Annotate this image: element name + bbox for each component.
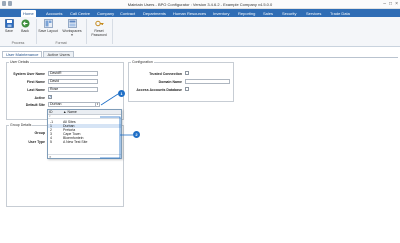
- tab-accounts[interactable]: Accounts: [44, 10, 64, 17]
- callout-marker-2: 2: [133, 131, 140, 138]
- back-arrow-icon: [21, 19, 29, 28]
- callout-arrow-1: [100, 93, 119, 106]
- tab-departments[interactable]: Departments: [141, 10, 168, 17]
- tab-company[interactable]: Company: [95, 10, 116, 17]
- main-area: User Maintenance Active Users User Detai…: [0, 47, 400, 243]
- save-layout-icon: [43, 19, 53, 28]
- title-bar: Maintain Users - BPO Configurator : Vers…: [0, 0, 400, 9]
- save-button[interactable]: Save: [3, 19, 15, 33]
- save-layout-button[interactable]: Save Layout: [38, 19, 58, 33]
- format-group-label: Format: [55, 41, 67, 45]
- tab-contract[interactable]: Contract: [118, 10, 137, 17]
- floppy-disk-icon: [4, 19, 14, 28]
- tab-human-resources[interactable]: Human Resources: [171, 10, 208, 17]
- group-divider: [86, 19, 87, 44]
- window-title: Maintain Users - BPO Configurator : Vers…: [127, 2, 273, 7]
- callout-marker-1: 1: [118, 90, 125, 97]
- group-divider: [36, 19, 37, 44]
- chevron-down-icon: ▾: [71, 33, 73, 37]
- process-group-label: Process: [11, 41, 25, 45]
- back-button[interactable]: Back: [19, 19, 31, 33]
- ribbon: Save Back Process Save Layout Workspaces…: [0, 17, 400, 47]
- tab-trade-data[interactable]: Trade Data: [328, 10, 352, 17]
- tab-home[interactable]: Home: [21, 10, 36, 17]
- workspaces-icon: [67, 19, 77, 28]
- ribbon-tab-bar: Home Accounts Call Centre Company Contra…: [0, 9, 400, 17]
- close-button[interactable]: ×: [395, 1, 398, 7]
- callout-bracket-2: [100, 116, 121, 159]
- tab-reporting[interactable]: Reporting: [236, 10, 257, 17]
- tab-sales[interactable]: Sales: [261, 10, 275, 17]
- tab-services[interactable]: Services: [304, 10, 323, 17]
- group-divider: [112, 19, 113, 44]
- tab-security[interactable]: Security: [280, 10, 298, 17]
- workspaces-button[interactable]: Workspaces ▾: [61, 19, 83, 37]
- tab-call-centre[interactable]: Call Centre: [68, 10, 92, 17]
- key-icon: [94, 20, 103, 27]
- reset-password-button[interactable]: Reset Password: [89, 19, 109, 37]
- maximize-button[interactable]: □: [389, 1, 392, 7]
- tab-inventory[interactable]: Inventory: [211, 10, 231, 17]
- callout-overlay: [100, 93, 133, 159]
- minimize-button[interactable]: –: [383, 1, 386, 7]
